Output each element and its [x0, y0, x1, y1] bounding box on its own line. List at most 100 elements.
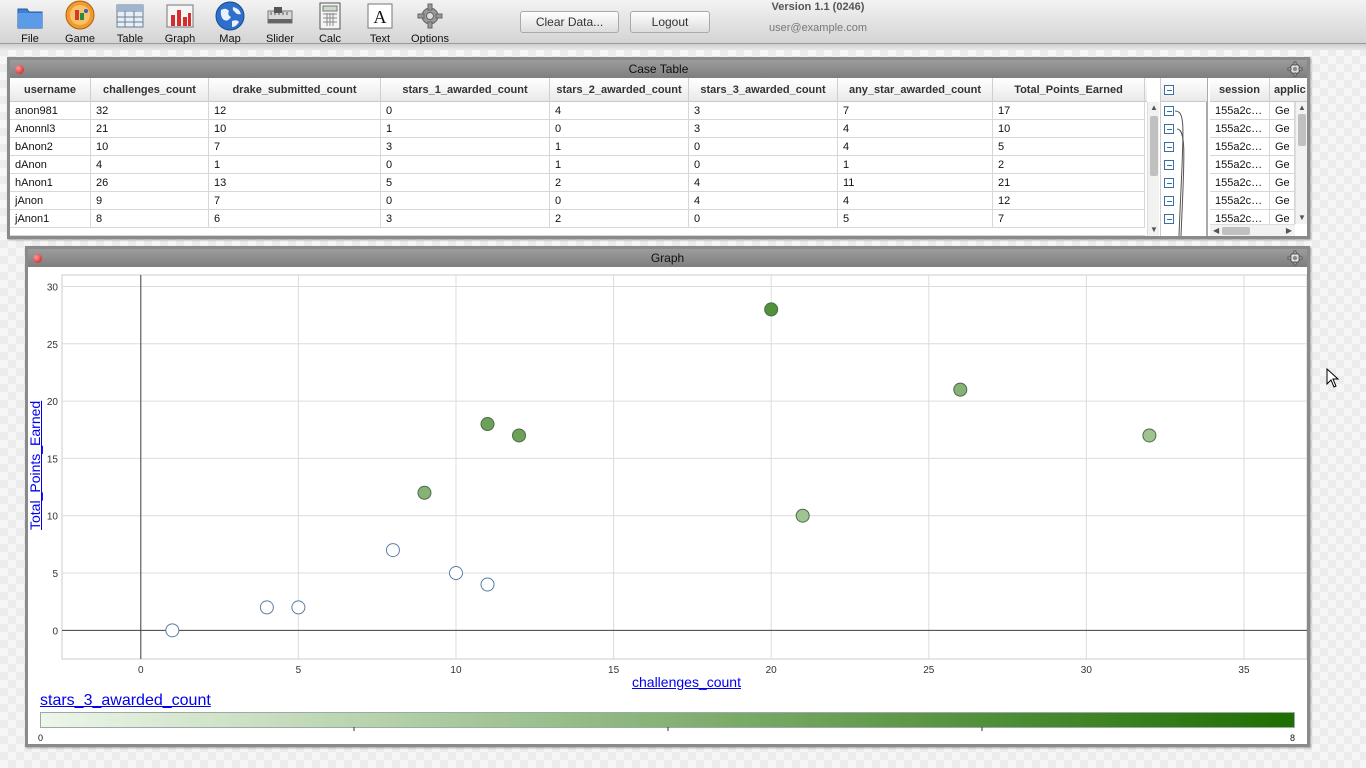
collapse-row-icon[interactable] [1164, 178, 1174, 188]
data-point[interactable] [417, 485, 432, 500]
table-cell[interactable]: 0 [381, 156, 550, 174]
table-cell[interactable]: 1 [381, 120, 550, 138]
child-scrollbar[interactable]: ▲ ▼ [1295, 102, 1307, 224]
data-point[interactable] [385, 543, 400, 558]
collapse-all-icon[interactable] [1164, 85, 1174, 95]
table-cell[interactable]: Ge [1270, 156, 1295, 174]
text-tool[interactable]: A Text [355, 2, 405, 45]
case-table-titlebar[interactable]: Case Table [10, 60, 1307, 78]
table-cell[interactable]: 4 [689, 174, 838, 192]
table-cell[interactable]: 9 [91, 192, 209, 210]
table-cell[interactable]: jAnon1 [10, 210, 91, 228]
table-cell[interactable]: anon981 [10, 102, 91, 120]
table-cell[interactable]: 3 [381, 210, 550, 228]
y-axis-label[interactable]: Total_Points_Earned [27, 401, 43, 530]
col-header[interactable]: drake_submitted_count [209, 78, 381, 102]
table-cell[interactable]: 17 [993, 102, 1145, 120]
close-icon[interactable] [33, 254, 42, 263]
table-cell[interactable]: 155a2c… [1210, 156, 1270, 174]
data-point[interactable] [795, 508, 810, 523]
collapse-row-icon[interactable] [1164, 142, 1174, 152]
scroll-thumb[interactable] [1222, 227, 1250, 235]
table-cell[interactable]: 10 [993, 120, 1145, 138]
table-cell[interactable]: 0 [689, 138, 838, 156]
table-cell[interactable]: 1 [550, 138, 689, 156]
table-row[interactable]: Anonnl3 21 10 1 0 3 4 10 [10, 120, 1145, 138]
table-cell[interactable]: 3 [689, 120, 838, 138]
table-cell[interactable]: 0 [689, 156, 838, 174]
col-header[interactable]: stars_3_awarded_count [689, 78, 838, 102]
child-row[interactable]: 155a2c… Ge [1210, 156, 1295, 174]
table-cell[interactable]: dAnon [10, 156, 91, 174]
table-cell[interactable]: 4 [91, 156, 209, 174]
scroll-down-icon[interactable]: ▼ [1150, 226, 1158, 234]
child-row[interactable]: 155a2c… Ge [1210, 138, 1295, 156]
scroll-thumb[interactable] [1298, 114, 1306, 146]
table-row[interactable]: jAnon1 8 6 3 2 0 5 7 [10, 210, 1145, 228]
slider-tool[interactable]: Slider [255, 2, 305, 45]
table-cell[interactable]: 11 [838, 174, 993, 192]
table-cell[interactable]: 10 [209, 120, 381, 138]
col-header[interactable]: session [1210, 78, 1270, 102]
table-cell[interactable]: 1 [209, 156, 381, 174]
table-cell[interactable]: 0 [381, 192, 550, 210]
table-cell[interactable]: 12 [209, 102, 381, 120]
map-tool[interactable]: Map [205, 1, 255, 45]
collapse-row-icon[interactable] [1164, 160, 1174, 170]
table-cell[interactable]: bAnon2 [10, 138, 91, 156]
gear-icon[interactable] [1287, 250, 1303, 266]
col-header[interactable]: stars_2_awarded_count [550, 78, 689, 102]
table-cell[interactable]: 155a2c… [1210, 174, 1270, 192]
scroll-thumb[interactable] [1150, 116, 1158, 176]
table-cell[interactable]: 155a2c… [1210, 192, 1270, 210]
table-cell[interactable]: 0 [550, 192, 689, 210]
data-point[interactable] [259, 600, 274, 615]
col-header[interactable]: challenges_count [91, 78, 209, 102]
table-cell[interactable]: Ge [1270, 120, 1295, 138]
graph-titlebar[interactable]: Graph [28, 249, 1307, 267]
table-cell[interactable]: 6 [209, 210, 381, 228]
table-cell[interactable]: 0 [381, 102, 550, 120]
table-cell[interactable]: 5 [993, 138, 1145, 156]
table-cell[interactable]: 0 [550, 120, 689, 138]
table-cell[interactable]: Ge [1270, 138, 1295, 156]
table-cell[interactable]: jAnon [10, 192, 91, 210]
data-point[interactable] [480, 577, 495, 592]
collapse-row-icon[interactable] [1164, 196, 1174, 206]
table-tool[interactable]: Table [105, 2, 155, 45]
scroll-down-icon[interactable]: ▼ [1298, 214, 1306, 222]
table-row[interactable]: jAnon 9 7 0 0 4 4 12 [10, 192, 1145, 210]
child-row[interactable]: 155a2c… Ge [1210, 192, 1295, 210]
col-header[interactable]: username [10, 78, 91, 102]
table-cell[interactable]: 7 [838, 102, 993, 120]
table-cell[interactable]: 21 [993, 174, 1145, 192]
table-cell[interactable]: 21 [91, 120, 209, 138]
table-cell[interactable]: 4 [689, 192, 838, 210]
table-cell[interactable]: 4 [838, 138, 993, 156]
table-cell[interactable]: 1 [550, 156, 689, 174]
table-cell[interactable]: Anonnl3 [10, 120, 91, 138]
table-cell[interactable]: 2 [550, 174, 689, 192]
logout-button[interactable]: Logout [630, 11, 710, 33]
legend-attribute[interactable]: stars_3_awarded_count [40, 692, 211, 710]
x-axis-label[interactable]: challenges_count [632, 674, 741, 690]
table-cell[interactable]: 26 [91, 174, 209, 192]
data-point[interactable] [764, 302, 779, 317]
table-scrollbar[interactable]: ▲ ▼ [1147, 102, 1159, 236]
child-row[interactable]: 155a2c… Ge [1210, 102, 1295, 120]
table-cell[interactable]: 12 [993, 192, 1145, 210]
table-cell[interactable]: 4 [838, 192, 993, 210]
table-cell[interactable]: 13 [209, 174, 381, 192]
scroll-left-icon[interactable]: ◀ [1213, 227, 1219, 235]
data-point[interactable] [512, 428, 527, 443]
table-cell[interactable]: 2 [993, 156, 1145, 174]
table-row[interactable]: hAnon1 26 13 5 2 4 11 21 [10, 174, 1145, 192]
child-row[interactable]: 155a2c… Ge [1210, 174, 1295, 192]
table-cell[interactable]: 155a2c… [1210, 138, 1270, 156]
table-cell[interactable]: 10 [91, 138, 209, 156]
col-header[interactable]: stars_1_awarded_count [381, 78, 550, 102]
clear-data-button[interactable]: Clear Data... [520, 11, 619, 33]
collapse-row-icon[interactable] [1164, 214, 1174, 224]
table-cell[interactable]: Ge [1270, 174, 1295, 192]
data-point[interactable] [165, 623, 180, 638]
